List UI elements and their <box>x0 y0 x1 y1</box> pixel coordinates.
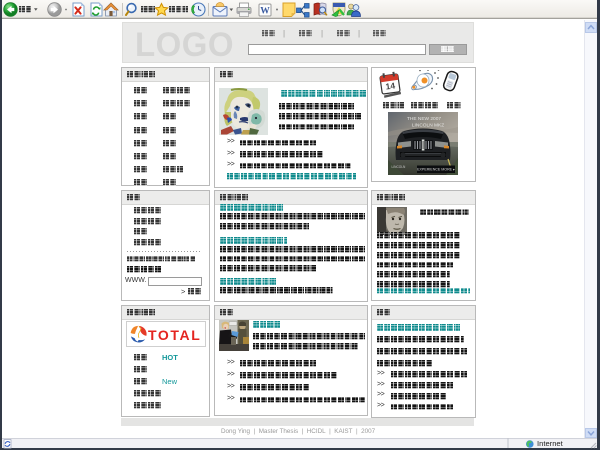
svg-text:EXPERIENCE MORE ▸: EXPERIENCE MORE ▸ <box>417 168 455 172</box>
svg-text:LINCOLN: LINCOLN <box>392 165 407 169</box>
svg-text:THE NEW 2007: THE NEW 2007 <box>407 116 441 122</box>
svg-text:LINCOLN MKZ: LINCOLN MKZ <box>412 123 444 129</box>
svg-text:14: 14 <box>385 80 396 91</box>
svg-text:W: W <box>260 7 270 17</box>
